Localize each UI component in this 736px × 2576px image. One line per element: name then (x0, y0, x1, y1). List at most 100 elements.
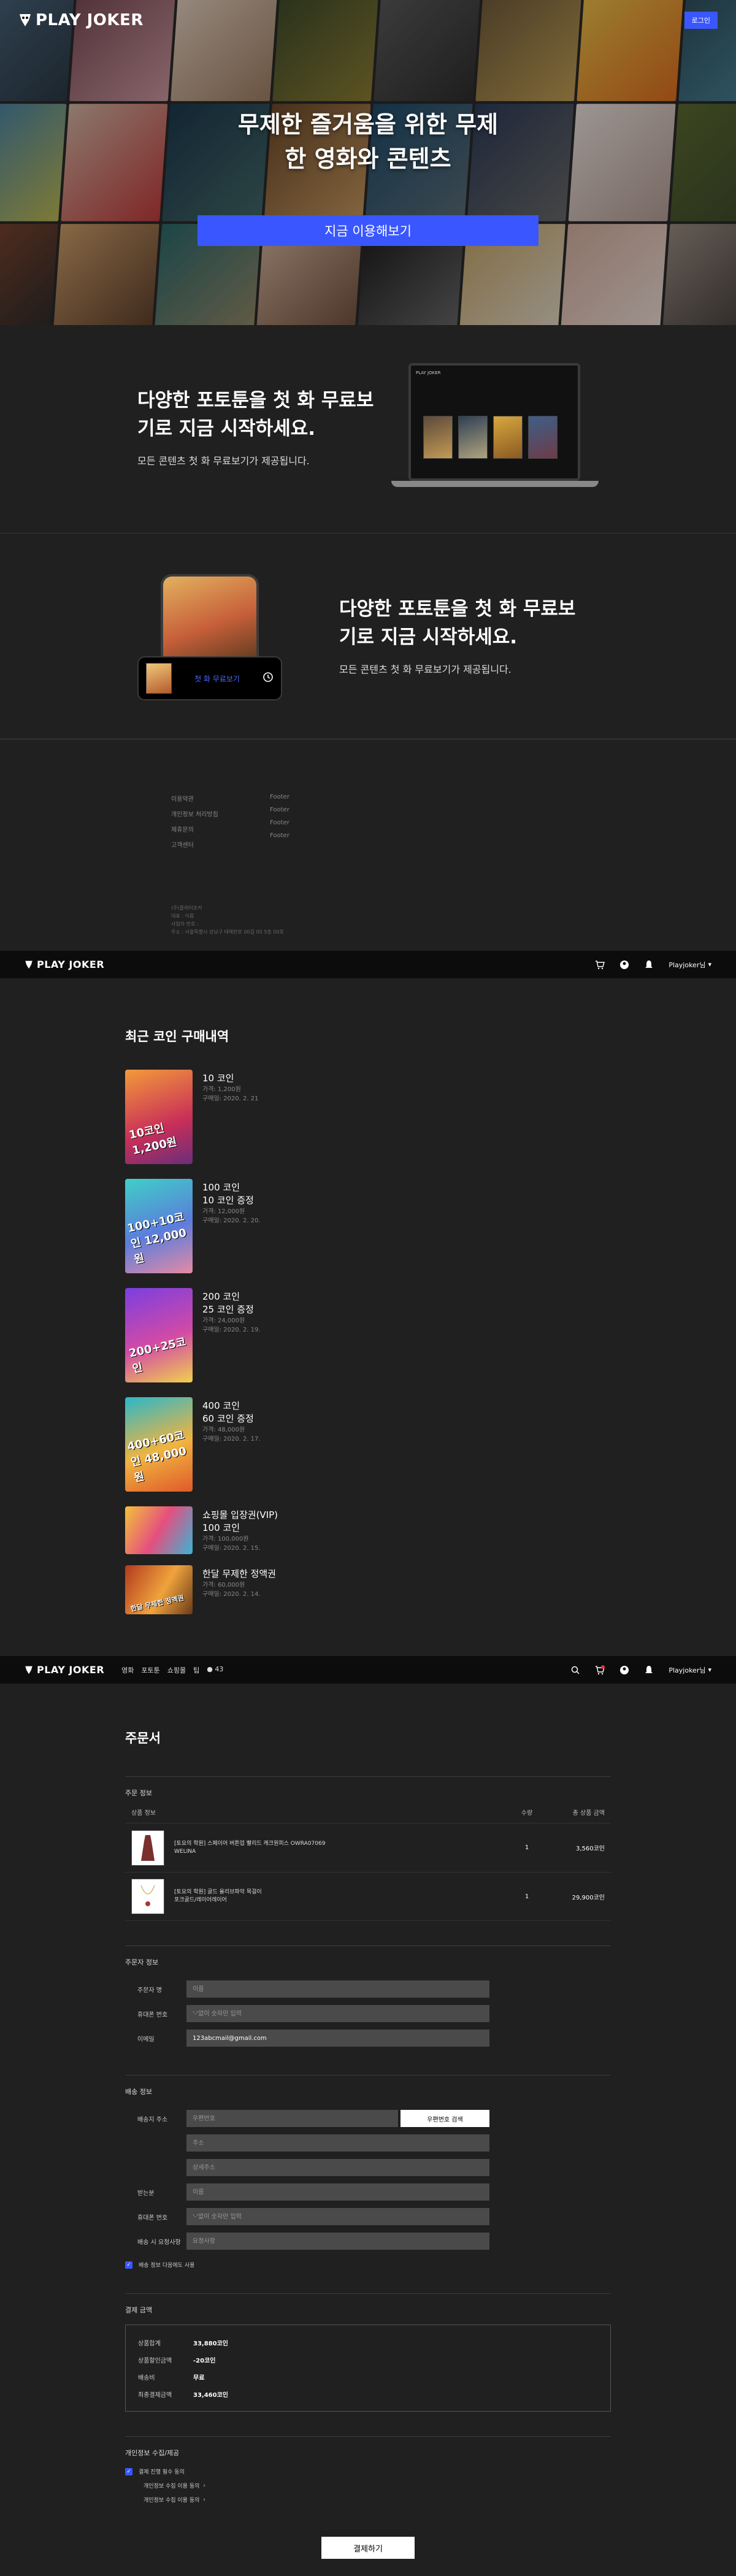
product-option: WELINA (174, 1848, 196, 1855)
brand-logo[interactable]: PLAY JOKER (25, 1664, 104, 1676)
coin-balance[interactable]: ● 43 (207, 1665, 223, 1675)
nav-item-movie[interactable]: 영화 (121, 1665, 134, 1675)
item-date: 구매일: 2020. 2. 20. (202, 1217, 261, 1224)
buyer-email-input[interactable] (186, 2030, 489, 2047)
login-button[interactable]: 로그인 (684, 12, 718, 29)
footer-link[interactable]: Footer (270, 794, 289, 800)
brand-name: PLAY JOKER (37, 959, 105, 970)
field-label: 휴대폰 번호 (137, 2011, 168, 2018)
list-item[interactable]: 한달 무제한 정액권 한달 무제한 정액권 가격: 60,000원 구매일: 2… (125, 1565, 611, 1620)
form-row: 휴대폰 번호 (125, 2204, 611, 2229)
site-footer: 이용약관 개인정보 처리방침 제휴문의 고객센터 Footer Footer F… (0, 739, 736, 951)
agree-all-checkbox[interactable]: ✓ 결제 진행 필수 동의 (125, 2467, 611, 2475)
recipient-name-input[interactable] (186, 2183, 489, 2201)
free-episode-card[interactable]: 첫 화 무료보기 (137, 656, 282, 700)
item-price: 가격: 48,000원 (202, 1427, 245, 1433)
shipping-info-section: 배송 정보 배송지 주소 우편번호 검색 받는분 휴대폰 번호 배송 시 요청사항… (125, 2075, 611, 2269)
table-row[interactable]: [토요의 학원] 스페이어 버튼업 빨리드 캐크원피스 OWRA07069 WEL… (125, 1823, 611, 1872)
terms-label: 개인정보 수집 이용 동의 (144, 2497, 200, 2504)
payment-label: 배송비 (138, 2374, 155, 2382)
search-icon[interactable] (570, 1665, 580, 1675)
zipcode-search-button[interactable]: 우편번호 검색 (401, 2110, 489, 2127)
list-item[interactable]: 400+60코인 48,000원 400 코인 60 코인 증정 가격: 48,… (125, 1397, 611, 1506)
nav-item-tip[interactable]: 팁 (193, 1665, 199, 1675)
form-row (125, 2131, 611, 2155)
feature-1-text: 다양한 포토툰을 첫 화 무료보 기로 지금 시작하세요. 모든 콘텐츠 첫 화… (137, 386, 407, 467)
footer-link[interactable]: Footer (270, 819, 289, 826)
cart-icon[interactable] (595, 960, 605, 970)
feature-2-title-line-2: 기로 지금 시작하세요. (339, 626, 518, 648)
bell-icon[interactable] (644, 960, 654, 970)
nav-item-phototoon[interactable]: 포토툰 (141, 1665, 159, 1675)
chevron-down-icon: ▾ (708, 960, 711, 968)
laptop-mockup: PLAY JOKER (391, 363, 599, 503)
item-name: 쇼핑몰 입장권(VIP) (202, 1509, 278, 1520)
item-date: 구매일: 2020. 2. 14. (202, 1591, 261, 1598)
bell-icon[interactable] (644, 1665, 654, 1675)
field-label: 받는분 (137, 2190, 155, 2197)
item-date: 구매일: 2020. 2. 21 (202, 1095, 259, 1102)
start-now-button[interactable]: 지금 이용해보기 (197, 215, 539, 246)
privacy-consent-section: 개인정보 수집/제공 ✓ 결제 진행 필수 동의 개인정보 수집 이용 동의 › … (125, 2436, 611, 2559)
footer-link[interactable]: Footer (270, 832, 289, 839)
terms-link[interactable]: 개인정보 수집 이용 동의 › (144, 2496, 611, 2504)
footer-link[interactable]: Footer (270, 807, 289, 813)
brand-logo[interactable]: PLAY JOKER (18, 11, 144, 29)
footer-link[interactable]: 개인정보 처리방침 (171, 809, 218, 818)
delivery-request-input[interactable] (186, 2233, 489, 2250)
coin-cover-label: 400+60코인 48,000원 (126, 1428, 188, 1485)
joker-logo-icon (25, 1665, 33, 1675)
section-title: 개인정보 수집/제공 (125, 2449, 180, 2457)
save-shipping-checkbox[interactable]: ✓ 배송 정보 다음에도 사용 (125, 2261, 611, 2269)
footer-link[interactable]: 제휴문의 (171, 824, 218, 834)
list-item[interactable]: 쇼핑몰 입장권(VIP) 100 코인 가격: 100,000원 구매일: 20… (125, 1506, 611, 1565)
clock-icon (263, 672, 274, 686)
payment-summary: 상품합계 33,880코인 상품할인금액 -20코인 배송비 무료 최종결제금액 33,… (125, 2325, 611, 2412)
coin-cover-image: 200+25코인 (125, 1288, 193, 1382)
list-item[interactable]: 100+10코인 12,000원 100 코인 10 코인 증정 가격: 12,… (125, 1179, 611, 1288)
user-menu[interactable]: Playjoker님 ▾ (669, 960, 711, 970)
table-row[interactable]: [토요의 학원] 골드 올리브파악 목걸이 포크골드/레이어레이어 1 29,90… (125, 1872, 611, 1921)
zipcode-input[interactable] (186, 2110, 398, 2127)
feature-1-title-line-2: 기로 지금 시작하세요. (137, 418, 316, 440)
list-item[interactable]: 200+25코인 200 코인 25 코인 증정 가격: 24,000원 구매일… (125, 1288, 611, 1397)
feature-section-1: 다양한 포토툰을 첫 화 무료보 기로 지금 시작하세요. 모든 콘텐츠 첫 화… (0, 325, 736, 534)
app-header: PLAY JOKER Playjoker님 ▾ (0, 951, 736, 979)
check-icon: ✓ (125, 2467, 132, 2475)
terms-link[interactable]: 개인정보 수집 이용 동의 › (144, 2482, 611, 2490)
form-row: 휴대폰 번호 (125, 2001, 611, 2026)
footer-link[interactable]: 고객센터 (171, 840, 218, 849)
list-item[interactable]: 10코인 1,200원 10 코인 가격: 1,200원 구매일: 2020. … (125, 1070, 611, 1179)
address-detail-input[interactable] (186, 2159, 489, 2176)
user-menu[interactable]: Playjoker님 ▾ (669, 1665, 711, 1675)
check-icon: ✓ (125, 2261, 132, 2269)
app-header-order: PLAY JOKER 영화 포토툰 쇼핑몰 팁 ● 43 Playjoker님 ▾ (0, 1656, 736, 1684)
joker-logo-icon (25, 960, 33, 970)
profile-icon[interactable] (619, 1665, 629, 1675)
section-title: 주문자 정보 (125, 1958, 159, 1966)
item-price: 가격: 1,200원 (202, 1086, 241, 1093)
product-name: [토요의 학원] 골드 올리브파악 목걸이포크골드/레이어레이어 (174, 1888, 493, 1904)
product-option: 포크골드/레이어레이어 (174, 1897, 227, 1903)
buyer-name-input[interactable] (186, 1980, 489, 1998)
item-date: 구매일: 2020. 2. 19. (202, 1327, 261, 1333)
product-name-line: [토요의 학원] 골드 올리브파악 목걸이 (174, 1889, 262, 1895)
item-date: 구매일: 2020. 2. 15. (202, 1545, 261, 1552)
footer-link[interactable]: 이용약관 (171, 794, 218, 803)
terms-label: 개인정보 수집 이용 동의 (144, 2483, 200, 2490)
cart-icon[interactable] (595, 1665, 605, 1675)
buyer-phone-input[interactable] (186, 2005, 489, 2022)
poster-thumbnail (458, 416, 488, 459)
form-row: 배송지 주소 우편번호 검색 (125, 2106, 611, 2131)
address-input[interactable] (186, 2134, 489, 2152)
payment-value: 무료 (193, 2374, 205, 2382)
recipient-phone-input[interactable] (186, 2208, 489, 2225)
profile-icon[interactable] (619, 960, 629, 970)
pay-button[interactable]: 결제하기 (321, 2537, 415, 2559)
payment-label: 상품할인금액 (138, 2357, 172, 2364)
company-info-line: (주)플레이조커 (171, 905, 202, 911)
column-header: 총 상품 금액 (572, 1810, 605, 1817)
brand-logo[interactable]: PLAY JOKER (25, 959, 104, 970)
coin-cover-image: 100+10코인 12,000원 (125, 1179, 193, 1273)
nav-item-shop[interactable]: 쇼핑몰 (167, 1665, 186, 1675)
